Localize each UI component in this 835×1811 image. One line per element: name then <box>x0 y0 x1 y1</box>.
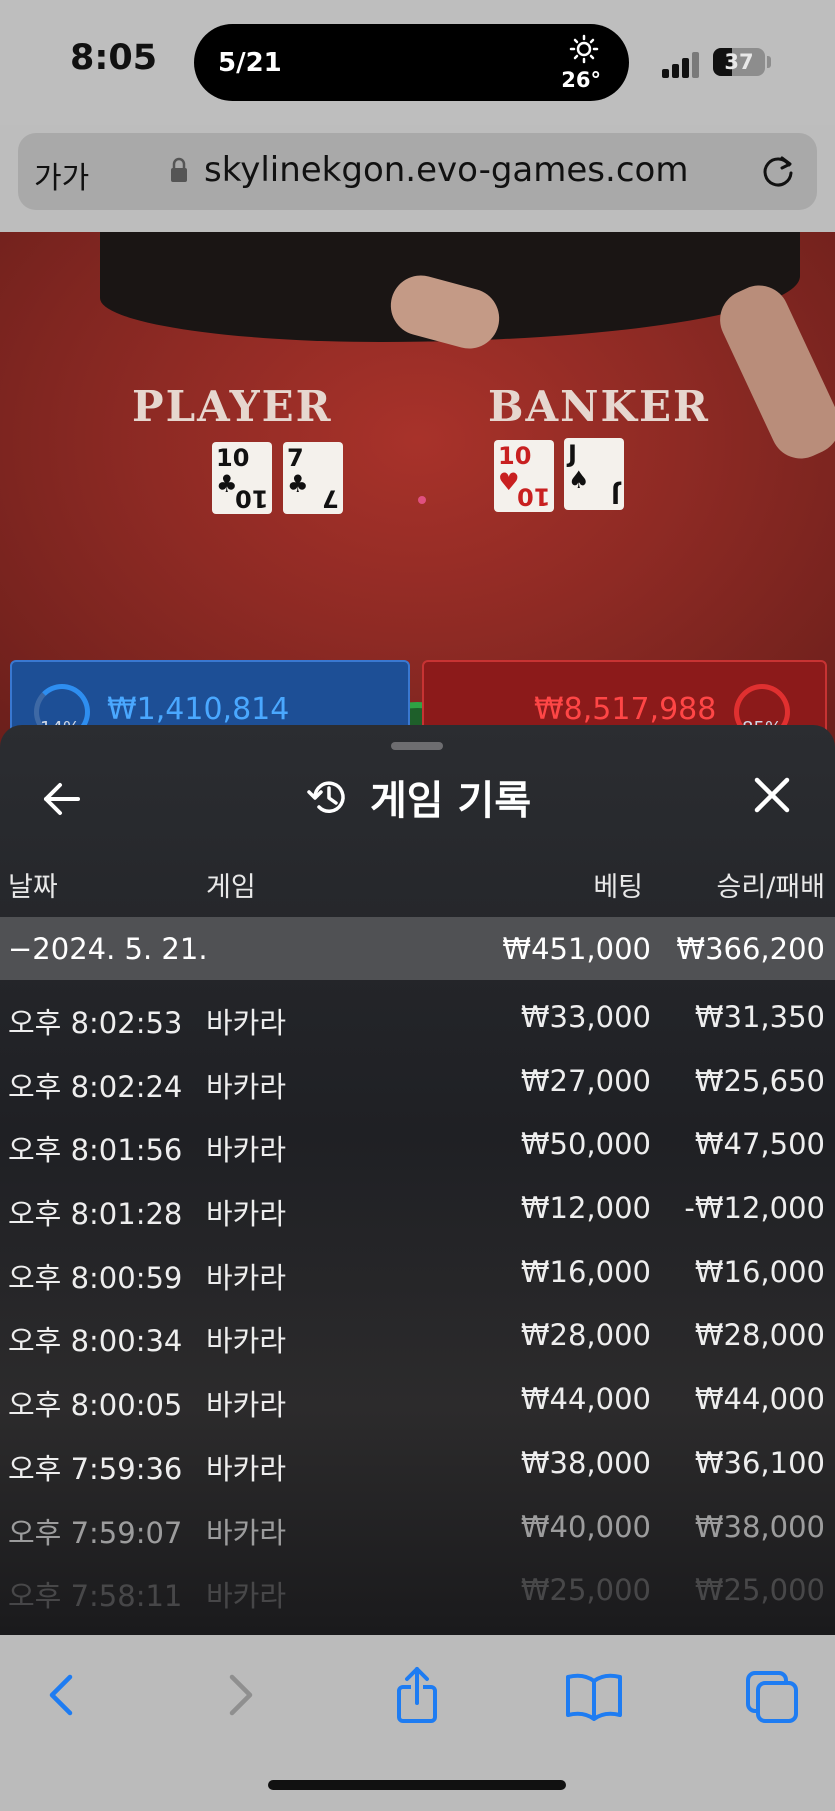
bookmarks-icon[interactable] <box>564 1665 624 1725</box>
row-game: 바카라 <box>206 1260 287 1295</box>
history-row[interactable]: 오후 7:58:11 바카라 ₩25,000 ₩25,000 <box>0 1553 835 1617</box>
row-game: 바카라 <box>206 1006 287 1040</box>
row-game: 바카라 <box>206 1324 287 1359</box>
row-time: 오후 8:02:24 <box>8 1069 183 1104</box>
status-time: 8:05 <box>70 38 158 78</box>
row-bet: ₩33,000 <box>520 1000 651 1034</box>
row-bet: ₩40,000 <box>520 1509 651 1544</box>
back-arrow-icon[interactable] <box>40 777 84 821</box>
cellular-signal-icon <box>662 52 702 78</box>
row-bet: ₩16,000 <box>520 1254 651 1289</box>
history-row[interactable]: 오후 8:00:59 바카라 ₩16,000 ₩16,000 <box>0 1235 835 1299</box>
banker-card-1: 10 ♥ 10 <box>494 440 554 512</box>
date-group-row[interactable]: −2024. 5. 21. ₩451,000 ₩366,200 <box>0 917 835 980</box>
forward-chevron-icon[interactable] <box>210 1665 270 1725</box>
row-time: 오후 7:59:07 <box>8 1515 183 1550</box>
player-card-1: 10 ♣ 10 <box>212 442 272 514</box>
row-game: 바카라 <box>206 1069 287 1104</box>
history-row[interactable]: 오후 7:59:07 바카라 ₩40,000 ₩38,000 <box>0 1490 835 1554</box>
row-game: 바카라 <box>206 1388 287 1423</box>
row-win-loss: ₩31,350 <box>694 1000 825 1034</box>
row-game: 바카라 <box>206 1451 287 1486</box>
row-bet: ₩25,000 <box>520 1573 651 1608</box>
row-time: 오후 7:58:11 <box>8 1579 183 1614</box>
close-icon[interactable] <box>752 775 792 815</box>
player-label: PLAYER <box>132 382 333 431</box>
row-game: 바카라 <box>206 1197 287 1232</box>
date-group-win-total: ₩366,200 <box>676 932 825 966</box>
row-win-loss: ₩47,500 <box>694 1127 825 1162</box>
row-time: 오후 8:00:59 <box>8 1260 183 1295</box>
row-game: 바카라 <box>206 1579 287 1614</box>
dealer-arm <box>710 275 835 469</box>
panel-title-text: 게임 기록 <box>370 778 532 824</box>
history-row[interactable]: 오후 8:02:24 바카라 ₩27,000 ₩25,650 <box>0 1044 835 1108</box>
row-bet: ₩50,000 <box>520 1127 651 1162</box>
player-card-2: 7 ♣ 7 <box>283 442 343 514</box>
row-time: 오후 8:02:53 <box>8 1006 183 1040</box>
table-marker <box>418 496 426 504</box>
row-time: 오후 8:00:34 <box>8 1324 183 1359</box>
row-game: 바카라 <box>206 1515 287 1550</box>
live-game-video: PLAYER BANKER 10♣ 10 7♣ 7 10♥ 10 J♠ J 14… <box>0 232 835 752</box>
dynamic-island: 5/21 26° <box>194 24 629 101</box>
url-text[interactable]: skylinekgon.evo-games.com <box>204 150 688 190</box>
sun-icon <box>569 34 599 64</box>
battery-level: 37 <box>724 50 754 74</box>
row-win-loss: ₩16,000 <box>694 1254 825 1289</box>
column-header-bet[interactable]: 베팅 <box>593 865 643 904</box>
panel-title: 게임 기록 <box>306 767 531 827</box>
banker-card-2: J ♠ J <box>564 438 624 510</box>
home-indicator <box>268 1780 566 1790</box>
row-win-loss: -₩12,000 <box>684 1191 825 1226</box>
lock-icon <box>171 157 187 182</box>
share-icon[interactable] <box>387 1665 447 1725</box>
row-win-loss: ₩25,650 <box>694 1063 825 1098</box>
status-bar: 8:05 5/21 26° 37 <box>0 0 835 125</box>
player-bet-total: ₩1,410,814 <box>107 692 290 727</box>
reload-icon[interactable] <box>758 151 798 191</box>
island-date: 5/21 <box>218 48 282 78</box>
row-time: 오후 8:01:56 <box>8 1133 183 1168</box>
column-header-game[interactable]: 게임 <box>206 865 256 904</box>
row-bet: ₩12,000 <box>520 1191 651 1226</box>
date-group-label: −2024. 5. 21. <box>8 932 208 966</box>
row-bet: ₩27,000 <box>520 1063 651 1098</box>
row-time: 오후 7:59:36 <box>8 1451 183 1486</box>
column-header-win-loss[interactable]: 승리/패배 <box>717 865 825 904</box>
row-win-loss: ₩28,000 <box>694 1318 825 1353</box>
row-win-loss: ₩25,000 <box>694 1573 825 1608</box>
row-time: 오후 8:00:05 <box>8 1388 183 1423</box>
text-size-button[interactable]: 가가 <box>34 153 89 197</box>
banker-label: BANKER <box>488 382 710 431</box>
row-win-loss: ₩38,000 <box>694 1509 825 1544</box>
tabs-icon[interactable] <box>742 1665 802 1725</box>
row-win-loss: ₩44,000 <box>694 1382 825 1417</box>
history-row[interactable]: 오후 8:00:05 바카라 ₩44,000 ₩44,000 <box>0 1362 835 1426</box>
history-row[interactable]: 오후 8:02:53 바카라 ₩33,000 ₩31,350 <box>0 980 835 1044</box>
date-group-bet-total: ₩451,000 <box>502 932 651 966</box>
screen: 8:05 5/21 26° 37 가가 skylinekgon.evo-game… <box>0 0 835 1811</box>
history-list: 오후 8:02:53 바카라 ₩33,000 ₩31,350 오후 8:02:2… <box>0 980 835 1617</box>
row-win-loss: ₩36,100 <box>694 1445 825 1480</box>
row-bet: ₩28,000 <box>520 1318 651 1353</box>
history-icon <box>307 781 345 813</box>
battery-nub <box>767 56 771 68</box>
address-bar[interactable]: 가가 skylinekgon.evo-games.com <box>18 133 817 210</box>
back-chevron-icon[interactable] <box>32 1665 92 1725</box>
row-game: 바카라 <box>206 1133 287 1168</box>
battery-icon: 37 <box>713 48 765 76</box>
history-row[interactable]: 오후 7:59:36 바카라 ₩38,000 ₩36,100 <box>0 1426 835 1490</box>
row-bet: ₩44,000 <box>520 1382 651 1417</box>
row-time: 오후 8:01:28 <box>8 1197 183 1232</box>
weather-temp: 26° <box>561 68 601 92</box>
row-bet: ₩38,000 <box>520 1445 651 1480</box>
banker-bet-total: ₩8,517,988 <box>534 692 717 727</box>
history-row[interactable]: 오후 8:01:28 바카라 ₩12,000 -₩12,000 <box>0 1171 835 1235</box>
column-header-date[interactable]: 날짜 <box>8 865 58 904</box>
sheet-grabber[interactable] <box>391 742 443 750</box>
history-row[interactable]: 오후 8:01:56 바카라 ₩50,000 ₩47,500 <box>0 1107 835 1171</box>
history-row[interactable]: 오후 8:00:34 바카라 ₩28,000 ₩28,000 <box>0 1298 835 1362</box>
game-history-panel: 게임 기록 날짜 게임 베팅 승리/패배 −2024. 5. 21. ₩451,… <box>0 725 835 1635</box>
